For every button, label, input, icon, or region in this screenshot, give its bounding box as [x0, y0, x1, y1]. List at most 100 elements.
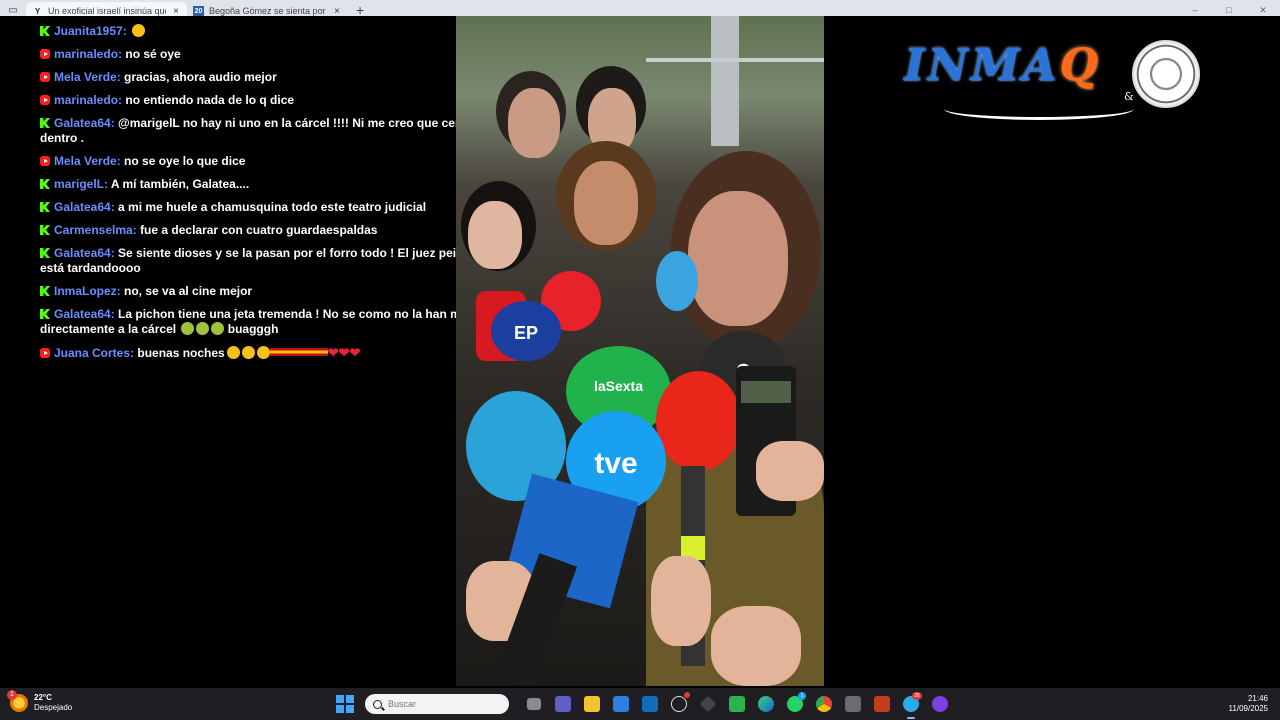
- emoji-sick-icon: [196, 322, 210, 335]
- chat-username: Juanita1957:: [54, 24, 127, 38]
- kick-icon: [40, 309, 50, 319]
- chat-username: marinaledo:: [54, 47, 123, 61]
- weather-widget[interactable]: 1 22°C Despejado: [7, 690, 72, 713]
- chat-text: buenas noches: [137, 346, 225, 360]
- chat-message: marigelL: A mí también, Galatea....: [40, 177, 510, 192]
- video-feed[interactable]: Q EP laSexta 3 tve: [456, 16, 824, 686]
- chat-text: no sé oye: [125, 47, 181, 61]
- chat-text: A mí también, Galatea....: [110, 177, 250, 191]
- chat-message: marinaledo: no sé oye: [40, 47, 510, 62]
- youtube-icon: [40, 348, 50, 358]
- chat-username: Galatea64:: [54, 307, 115, 321]
- chat-username: Galatea64:: [54, 246, 115, 260]
- hand: [651, 556, 711, 646]
- youtube-icon: [40, 49, 50, 59]
- telegram-icon[interactable]: 26: [899, 692, 923, 719]
- start-button[interactable]: [336, 695, 354, 713]
- chat-username: Carmenselma:: [54, 223, 137, 237]
- chat-username: marinaledo:: [54, 93, 123, 107]
- spain-flag-icon: [269, 348, 328, 356]
- speaker-face: [688, 191, 788, 326]
- emoji-cat-icon: [241, 346, 255, 359]
- weather-badge: 1: [7, 690, 17, 700]
- logo-seal-icon: [1132, 40, 1200, 108]
- chat-username: Mela Verde:: [54, 154, 121, 168]
- chat-overlay: Juanita1957: marinaledo: no sé oye Mela …: [40, 24, 510, 369]
- taskbar-search[interactable]: Buscar: [365, 694, 509, 714]
- new-tab-button[interactable]: +: [356, 3, 364, 17]
- stream-frame: Juanita1957: marinaledo: no sé oye Mela …: [0, 16, 1280, 686]
- store-icon[interactable]: [609, 692, 633, 716]
- emoji-cat-icon: [256, 346, 270, 359]
- chat-username: marigelL:: [54, 177, 109, 191]
- task-view-icon[interactable]: [522, 692, 546, 716]
- kick-icon: [40, 286, 50, 296]
- tab-1-close-icon[interactable]: ×: [171, 6, 181, 17]
- emoji-cat-icon: [226, 346, 240, 359]
- taskbar-apps: Buscar 1 26: [336, 692, 952, 719]
- youtube-icon: [40, 95, 50, 105]
- person-face: [574, 161, 638, 245]
- chat-username: Galatea64:: [54, 116, 115, 130]
- weather-temp: 22°C: [34, 693, 52, 702]
- file-explorer-icon[interactable]: [580, 692, 604, 716]
- search-icon: [373, 699, 382, 709]
- vpn-icon[interactable]: [841, 692, 865, 716]
- chrome-icon[interactable]: [812, 692, 836, 716]
- chat-message: Galatea64: Se siente dioses y se la pasa…: [40, 246, 510, 276]
- chat-username: Galatea64:: [54, 200, 115, 214]
- microphone-blue: [656, 251, 698, 311]
- mic-label: tve: [594, 447, 638, 480]
- chat-message: Galatea64: La pichon tiene una jeta trem…: [40, 307, 510, 337]
- chat-message: InmaLopez: no, se va al cine mejor: [40, 284, 510, 299]
- chat-message: Galatea64: a mi me huele a chamusquina t…: [40, 200, 510, 215]
- hearts-emoji: ❤❤❤: [327, 345, 361, 360]
- mic-label: EP: [513, 322, 538, 343]
- kick-icon: [40, 26, 50, 36]
- tab-2-title: Begoña Gómez se sienta por cua: [209, 6, 327, 16]
- chat-message: Carmenselma: fue a declarar con cuatro g…: [40, 223, 510, 238]
- youtube-icon: [40, 72, 50, 82]
- search-placeholder: Buscar: [388, 699, 417, 709]
- tab-1-favicon-icon: Y: [34, 6, 41, 16]
- hand: [756, 441, 824, 501]
- chat-text: a mi me huele a chamusquina todo este te…: [118, 200, 427, 214]
- chat-text-suffix: buagggh: [227, 322, 279, 336]
- chat-message: Galatea64: @marigelL no hay ni uno en la…: [40, 116, 510, 146]
- kick-icon: [40, 179, 50, 189]
- teams-icon[interactable]: [551, 692, 575, 716]
- outlook-icon[interactable]: [638, 692, 662, 716]
- clock-date: 11/09/2025: [1228, 704, 1268, 713]
- person-face: [468, 201, 522, 269]
- system-clock[interactable]: 21:46 11/09/2025: [1229, 694, 1268, 714]
- chat-text: fue a declarar con cuatro guardaespaldas: [140, 223, 378, 237]
- recorder-screen: [741, 381, 791, 403]
- kick-icon: [40, 248, 50, 258]
- tab-1-title: Un exoficial israelí insinúa que Sá: [48, 6, 166, 16]
- tab-2-close-icon[interactable]: ×: [332, 6, 342, 17]
- person-face: [508, 88, 560, 158]
- background-column: [711, 16, 739, 146]
- microphone-ep: EP: [491, 301, 561, 361]
- clock-time: 21:46: [1247, 694, 1268, 703]
- chat-message: Juanita1957:: [40, 24, 510, 39]
- chat-username: Juana Cortes:: [54, 346, 135, 360]
- hand: [711, 606, 801, 686]
- chat-message: marinaledo: no entiendo nada de lo q dic…: [40, 93, 510, 108]
- channel-logo: INMAQ &: [904, 36, 1204, 122]
- kick-icon: [40, 202, 50, 212]
- youtube-icon: [40, 156, 50, 166]
- powerpoint-icon[interactable]: [870, 692, 894, 716]
- camtasia-icon[interactable]: [725, 692, 749, 716]
- whatsapp-icon[interactable]: 1: [783, 692, 807, 716]
- edge-icon[interactable]: [754, 692, 778, 716]
- chat-message: Juana Cortes: buenas noches ❤❤❤: [40, 345, 510, 361]
- emoji-sick-icon: [211, 322, 225, 335]
- obs-icon[interactable]: [928, 692, 952, 716]
- chatgpt-icon[interactable]: [667, 692, 691, 716]
- chat-message: Mela Verde: gracias, ahora audio mejor: [40, 70, 510, 85]
- app-icon[interactable]: [696, 692, 720, 716]
- chat-text: no, se va al cine mejor: [124, 284, 253, 298]
- mic-label: laSexta: [593, 378, 644, 395]
- emoji-face-icon: [132, 24, 146, 37]
